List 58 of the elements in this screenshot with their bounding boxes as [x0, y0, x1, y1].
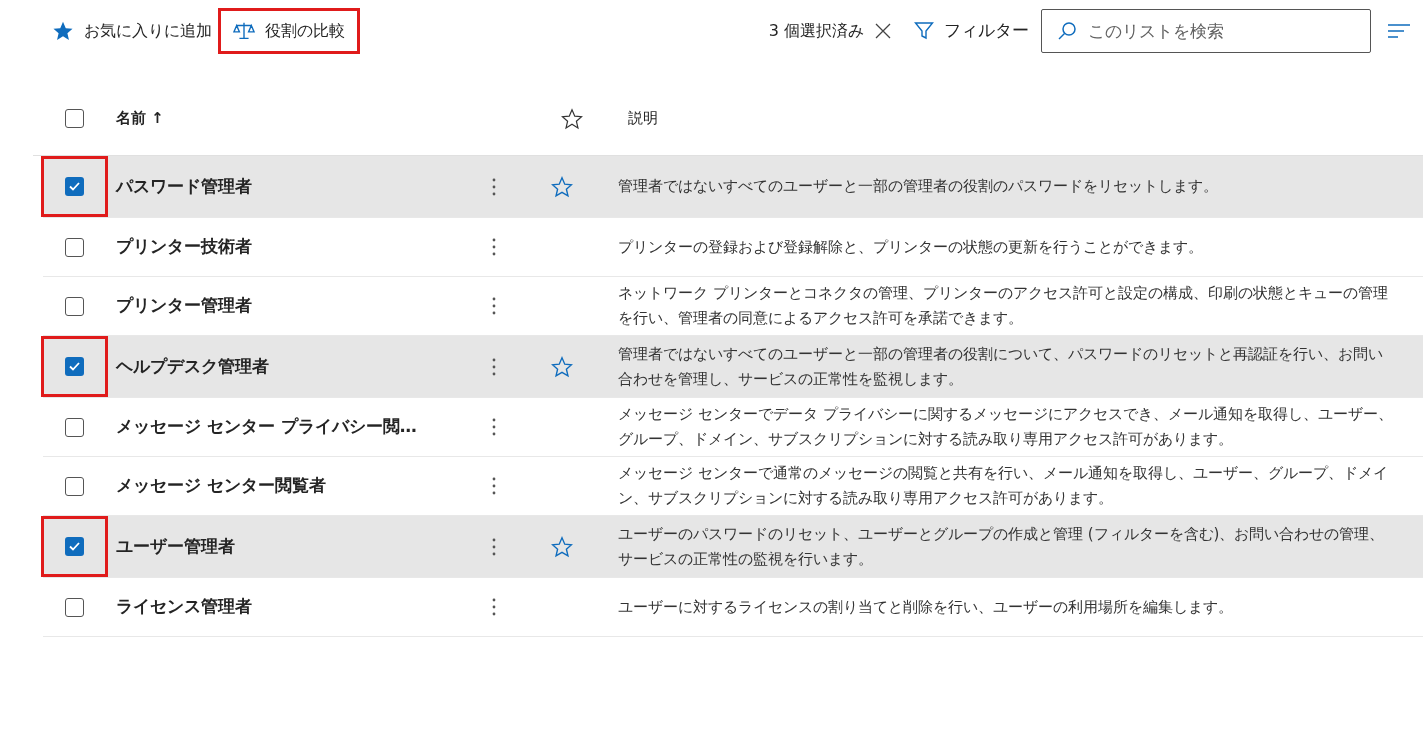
star-icon[interactable]: [551, 175, 573, 198]
checkmark-icon: [68, 540, 81, 553]
search-icon: [1057, 21, 1077, 41]
role-name[interactable]: パスワード管理者: [116, 173, 482, 200]
column-header: 説明: [628, 108, 658, 130]
role-name[interactable]: ユーザー管理者: [116, 533, 482, 560]
table-row[interactable]: ヘルプデスク管理者 管理者ではないすべてのユーザーと一部の管理者の役割について、パスワードのリセットと再認証を行い、お問い合わせを管理し、サービスの正常性を監視します。: [43, 336, 1423, 398]
more-icon: [492, 418, 496, 436]
role-description: プリンターの登録および登録解除と、プリンターの状態の更新を行うことができます。: [618, 236, 1204, 258]
menu-icon: [1387, 22, 1411, 40]
more-icon: [492, 297, 496, 315]
role-name[interactable]: ヘルプデスク管理者: [116, 353, 482, 380]
role-description: ユーザーのパスワードのリセット、ユーザーとグループの作成と管理 (フィルターを含む)、お問い合わせの管理、サービスの正常性の監視を行います。: [618, 523, 1386, 570]
close-button[interactable]: [874, 22, 892, 40]
checkbox[interactable]: [65, 537, 84, 556]
role-name[interactable]: メッセージ センター プライバシー閲…: [116, 414, 482, 440]
checkmark-icon: [68, 180, 81, 193]
role-name[interactable]: プリンター管理者: [116, 293, 482, 319]
role-name[interactable]: プリンター技術者: [116, 234, 482, 260]
search-field[interactable]: このリストを検索: [1041, 9, 1371, 53]
checkbox[interactable]: [65, 357, 84, 376]
more-icon: [492, 177, 496, 196]
checkbox[interactable]: [65, 597, 84, 617]
selection-count: 3 個選択済み: [768, 20, 864, 42]
star-icon[interactable]: [551, 355, 573, 378]
role-name[interactable]: メッセージ センター閲覧者: [116, 473, 482, 499]
role-description: 管理者ではないすべてのユーザーと一部の管理者の役割のパスワードをリセットします。: [618, 176, 1219, 197]
checkbox[interactable]: [65, 237, 84, 257]
star-icon[interactable]: [551, 535, 573, 558]
more-icon: [492, 477, 496, 495]
role-description: メッセージ センターで通常のメッセージの閲覧と共有を行い、メール通知を取得し、ユーザー、グループ、ドメイン、サブスクリプションに対する読み取り専用アクセス許可があります。: [618, 463, 1389, 509]
column-header[interactable]: 名前 ↑: [116, 107, 516, 130]
more-icon: [492, 537, 496, 556]
more-icon: [492, 238, 496, 256]
scale-icon: [233, 20, 255, 42]
star-icon: [561, 107, 583, 130]
checkbox[interactable]: [65, 177, 84, 196]
table-row[interactable]: パスワード管理者 管理者ではないすべてのユーザーと一部の管理者の役割のパスワードをリセットします。: [43, 156, 1423, 218]
role-description: 管理者ではないすべてのユーザーと一部の管理者の役割について、パスワードのリセットと再認証を行い、お問い合わせを管理し、サービスの正常性を監視します。: [618, 343, 1384, 390]
menu-button[interactable]: [1387, 22, 1411, 40]
checkbox[interactable]: [65, 417, 84, 437]
role-name[interactable]: ライセンス管理者: [116, 594, 482, 620]
add-favorite-button[interactable]: お気に入りに追加: [52, 19, 212, 43]
role-description: メッセージ センターでデータ プライバシーに関するメッセージにアクセスでき、メール通知を取得し、ユーザー、グループ、ドメイン、サブスクリプションに対する読み取り専用アクセス許可があります。: [618, 404, 1393, 450]
table-row[interactable]: ユーザー管理者 ユーザーのパスワードのリセット、ユーザーとグループの作成と管理 (フィルターを含む)、お問い合わせの管理、サービスの正常性の監視を行います。: [43, 516, 1423, 578]
close-icon: [874, 22, 892, 40]
more-icon: [492, 598, 496, 616]
compare-roles-button[interactable]: 役割の比較: [218, 8, 360, 54]
checkbox[interactable]: [65, 109, 84, 128]
checkbox[interactable]: [65, 296, 84, 316]
filter-button[interactable]: フィルター: [914, 18, 1029, 44]
checkmark-icon: [68, 360, 81, 373]
role-description: ユーザーに対するライセンスの割り当てと削除を行い、ユーザーの利用場所を編集します。: [618, 596, 1234, 618]
more-icon: [492, 357, 496, 376]
checkbox[interactable]: [65, 476, 84, 496]
filter-icon: [914, 21, 934, 41]
star-icon: [52, 20, 74, 42]
role-description: ネットワーク プリンターとコネクタの管理、プリンターのアクセス許可と設定の構成、印刷の状態とキューの管理を行い、管理者の同意によるアクセス許可を承諾できます。: [618, 283, 1389, 329]
